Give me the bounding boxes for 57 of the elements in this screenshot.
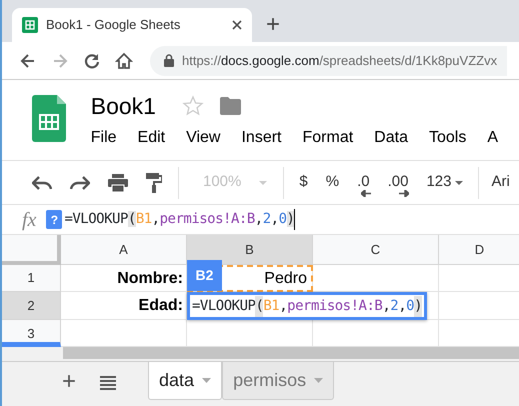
print-icon[interactable] [108,174,128,192]
url-text: https://docs.google.com/spreadsheets/d/1Kk8puVZZvx [182,52,498,70]
cell-editor[interactable]: =VLOOKUP(B1,permisos!A:B,2,0) [187,292,428,320]
arrow-icon [360,190,371,196]
format-button[interactable]: 123 [420,166,470,198]
add-sheet-button[interactable]: + [62,370,76,394]
column-header[interactable]: A [61,235,187,265]
format-button[interactable]: % [320,166,346,198]
browser-tab[interactable]: Book1 - Google Sheets [12,8,252,42]
menu-item[interactable]: Insert [241,126,282,150]
format-button[interactable]: .00 [382,166,414,198]
sheet-tab[interactable]: data [148,362,222,400]
menu-item[interactable]: View [186,126,220,150]
column-header[interactable]: D [439,235,519,265]
sheets-logo-icon [32,95,66,142]
close-icon[interactable] [232,20,242,30]
menu-item[interactable]: Format [302,126,354,150]
row-header[interactable]: 2 [2,292,61,320]
scroll-bar[interactable] [63,347,519,359]
new-tab-button[interactable]: + [266,13,280,37]
menu-item[interactable]: File [90,126,117,150]
menu-item[interactable]: Tools [428,126,466,150]
lock-icon [164,54,174,67]
caret-icon [259,180,268,184]
document-title[interactable]: Book1 [90,92,156,120]
column-header[interactable]: B [187,235,313,265]
undo-icon[interactable] [32,176,52,190]
back-icon[interactable] [19,52,37,70]
fx-label: fx [22,208,36,232]
format-button[interactable]: $ [293,166,314,198]
caret-icon [455,180,464,184]
address-bar[interactable]: https://docs.google.com/spreadsheets/d/1Kk8puVZZvx [150,46,507,76]
caret-icon [202,378,212,383]
format-button[interactable]: .0 [351,166,376,198]
arrow-icon [399,190,410,196]
table-cell[interactable]: Edad: [61,292,187,320]
column-header[interactable]: C [313,235,439,265]
formula-input[interactable]: =VLOOKUP(B1,permisos!A:B,2,0) [64,209,296,230]
sheets-icon [22,17,38,33]
redo-icon[interactable] [70,176,90,190]
paint-format-icon[interactable] [146,172,162,192]
sheet-list-icon[interactable] [100,376,116,390]
reload-icon[interactable] [83,52,101,70]
folder-icon[interactable] [220,97,241,115]
menu-item[interactable]: Data [374,126,408,150]
sheet-tab[interactable]: permisos [222,362,334,400]
row-header[interactable]: 3 [2,320,61,347]
menu-item[interactable]: Edit [138,126,166,150]
row-header[interactable]: 1 [2,265,61,292]
menu-item[interactable]: A [487,126,498,150]
star-icon[interactable] [182,95,204,117]
caret-icon [314,378,324,383]
home-icon[interactable] [115,52,133,70]
font-dropdown[interactable]: Ari [485,166,516,198]
tab-title: Book1 - Google Sheets [46,16,182,34]
table-cell[interactable]: Nombre: [61,265,187,292]
cell-reference-tooltip: B2 [187,260,222,291]
